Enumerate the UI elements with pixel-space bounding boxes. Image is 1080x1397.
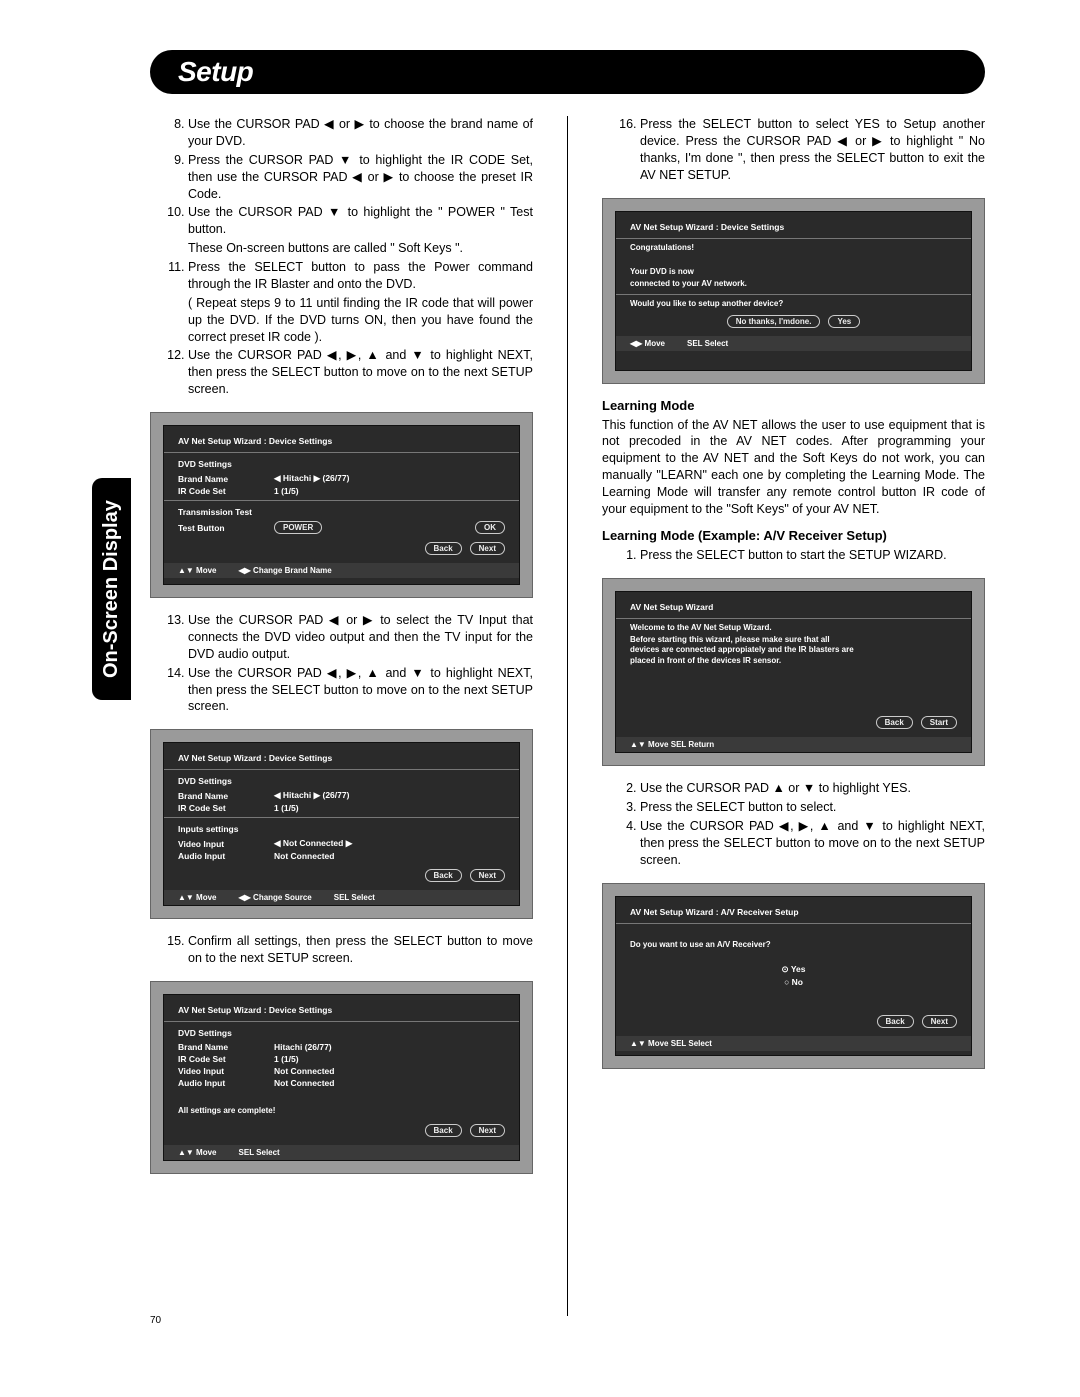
step-11: Press the SELECT button to pass the Powe… xyxy=(188,259,533,345)
step-16: Press the SELECT button to select YES to… xyxy=(640,116,985,184)
osd-screen-device-settings-3: AV Net Setup Wizard : Device Settings DV… xyxy=(150,981,533,1174)
next-button[interactable]: Next xyxy=(470,869,505,882)
next-button[interactable]: Next xyxy=(922,1015,957,1028)
power-button[interactable]: POWER xyxy=(274,521,322,534)
no-thanks-button[interactable]: No thanks, I'mdone. xyxy=(727,315,821,328)
next-button[interactable]: Next xyxy=(470,1124,505,1137)
back-button[interactable]: Back xyxy=(425,542,462,555)
page-header: Setup xyxy=(150,50,985,94)
step-r4: Use the CURSOR PAD ◀, ▶, ▲ and ▼ to high… xyxy=(640,818,985,869)
back-button[interactable]: Back xyxy=(425,1124,462,1137)
left-column: Use the CURSOR PAD ◀ or ▶ to choose the … xyxy=(150,116,533,1316)
step-12: Use the CURSOR PAD ◀, ▶, ▲ and ▼ to high… xyxy=(188,347,533,398)
osd-screen-device-settings-1: AV Net Setup Wizard : Device Settings DV… xyxy=(150,412,533,598)
step-r2: Use the CURSOR PAD ▲ or ▼ to highlight Y… xyxy=(640,780,985,797)
step-r1: Press the SELECT button to start the SET… xyxy=(640,547,985,564)
ok-button[interactable]: OK xyxy=(475,521,505,534)
step-15: Confirm all settings, then press the SEL… xyxy=(188,933,533,967)
step-14: Use the CURSOR PAD ◀, ▶, ▲ and ▼ to high… xyxy=(188,665,533,716)
step-9: Press the CURSOR PAD ▼ to highlight the … xyxy=(188,152,533,203)
osd-title: AV Net Setup Wizard : Device Settings xyxy=(178,436,505,446)
start-button[interactable]: Start xyxy=(921,716,957,729)
vertical-tab: On-Screen Display xyxy=(92,478,131,700)
step-r3: Press the SELECT button to select. xyxy=(640,799,985,816)
back-button[interactable]: Back xyxy=(876,716,913,729)
back-button[interactable]: Back xyxy=(425,869,462,882)
step-list-r1: Press the SELECT button to select YES to… xyxy=(602,116,985,184)
learning-mode-body: This function of the AV NET allows the u… xyxy=(602,417,985,518)
page-title: Setup xyxy=(178,56,957,88)
step-8: Use the CURSOR PAD ◀ or ▶ to choose the … xyxy=(188,116,533,150)
step-list-2: Use the CURSOR PAD ◀ or ▶ to select the … xyxy=(150,612,533,715)
osd-screen-congratulations: AV Net Setup Wizard : Device Settings Co… xyxy=(602,198,985,384)
page-number: 70 xyxy=(150,1315,161,1326)
osd-screen-wizard-welcome: AV Net Setup Wizard Welcome to the AV Ne… xyxy=(602,578,985,767)
back-button[interactable]: Back xyxy=(877,1015,914,1028)
next-button[interactable]: Next xyxy=(470,542,505,555)
osd-screen-av-receiver: AV Net Setup Wizard : A/V Receiver Setup… xyxy=(602,883,985,1069)
yes-button[interactable]: Yes xyxy=(828,315,860,328)
step-list-1: Use the CURSOR PAD ◀ or ▶ to choose the … xyxy=(150,116,533,398)
column-divider xyxy=(567,116,568,1316)
osd-screen-device-settings-2: AV Net Setup Wizard : Device Settings DV… xyxy=(150,729,533,919)
step-list-r3: Use the CURSOR PAD ▲ or ▼ to highlight Y… xyxy=(602,780,985,868)
step-list-3: Confirm all settings, then press the SEL… xyxy=(150,933,533,967)
learning-mode-heading: Learning Mode xyxy=(602,398,985,413)
step-list-r2: Press the SELECT button to start the SET… xyxy=(602,547,985,564)
radio-no[interactable]: No xyxy=(784,977,803,987)
radio-yes[interactable]: Yes xyxy=(782,964,806,975)
step-10: Use the CURSOR PAD ▼ to highlight the " … xyxy=(188,204,533,257)
learning-example-heading: Learning Mode (Example: A/V Receiver Set… xyxy=(602,528,985,543)
right-column: Press the SELECT button to select YES to… xyxy=(602,116,985,1316)
step-13: Use the CURSOR PAD ◀ or ▶ to select the … xyxy=(188,612,533,663)
